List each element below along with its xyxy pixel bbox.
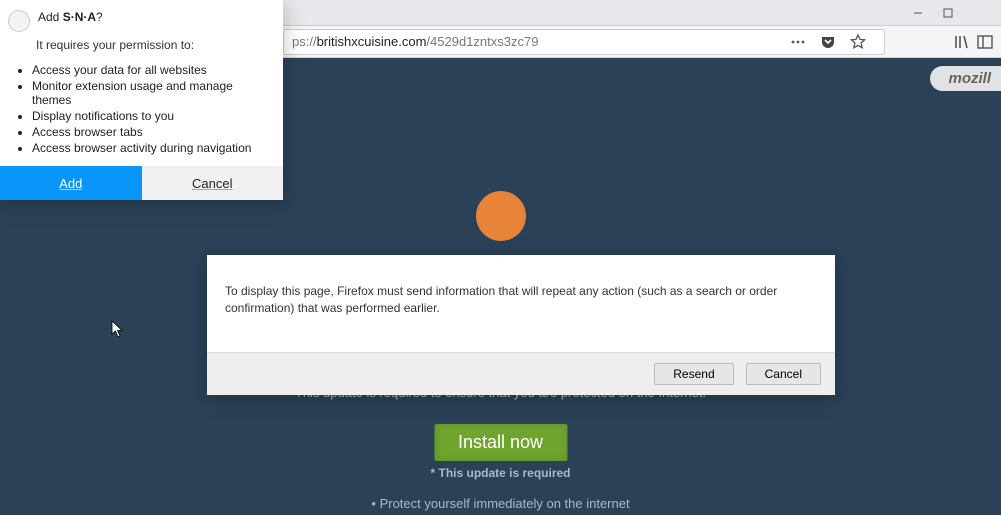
extension-popup-title: Add S·N·A? — [38, 10, 103, 24]
extension-permission-item: Access browser tabs — [32, 124, 269, 140]
window-maximize-button[interactable] — [933, 3, 963, 23]
extension-icon — [8, 10, 30, 32]
url-scheme: ps:// — [292, 34, 317, 49]
page-actions-icon[interactable] — [788, 32, 808, 52]
install-now-button[interactable]: Install now — [434, 424, 567, 461]
resend-dialog-footer: Resend Cancel — [207, 352, 835, 395]
resend-button[interactable]: Resend — [654, 363, 733, 385]
update-required-note: * This update is required — [0, 466, 1001, 480]
extension-install-popup: Add S·N·A? It requires your permission t… — [0, 0, 283, 200]
mozilla-badge: mozill — [930, 66, 1001, 91]
window-minimize-button[interactable] — [903, 3, 933, 23]
url-path: /4529d1zntxs3zc79 — [426, 34, 538, 49]
extension-add-button[interactable]: Add — [0, 166, 142, 200]
bookmark-star-icon[interactable] — [848, 32, 868, 52]
extension-popup-subtitle: It requires your permission to: — [0, 36, 283, 58]
extension-permission-item: Access your data for all websites — [32, 62, 269, 78]
extension-permission-item: Display notifications to you — [32, 108, 269, 124]
pocket-icon[interactable] — [818, 32, 838, 52]
resend-cancel-button[interactable]: Cancel — [746, 363, 821, 385]
url-bar[interactable]: ps://britishxcuisine.com/4529d1zntxs3zc7… — [283, 29, 885, 55]
extension-permission-item: Access browser activity during navigatio… — [32, 140, 269, 156]
sidebar-icon[interactable] — [977, 34, 993, 50]
resend-dialog-message: To display this page, Firefox must send … — [207, 255, 835, 352]
shield-icon — [476, 191, 526, 241]
extension-cancel-button[interactable]: Cancel — [142, 166, 284, 200]
feature-bullets: • Protect yourself immediately on the in… — [0, 494, 1001, 515]
feature-bullet: • Protect yourself immediately on the in… — [0, 494, 1001, 514]
window-close-button[interactable] — [963, 3, 993, 23]
extension-permission-item: Monitor extension usage and manage theme… — [32, 78, 269, 108]
library-icon[interactable] — [953, 34, 969, 50]
url-domain: britishxcuisine.com — [317, 34, 427, 49]
extension-permissions-list: Access your data for all websites Monito… — [0, 58, 283, 166]
resend-dialog: To display this page, Firefox must send … — [207, 255, 835, 395]
